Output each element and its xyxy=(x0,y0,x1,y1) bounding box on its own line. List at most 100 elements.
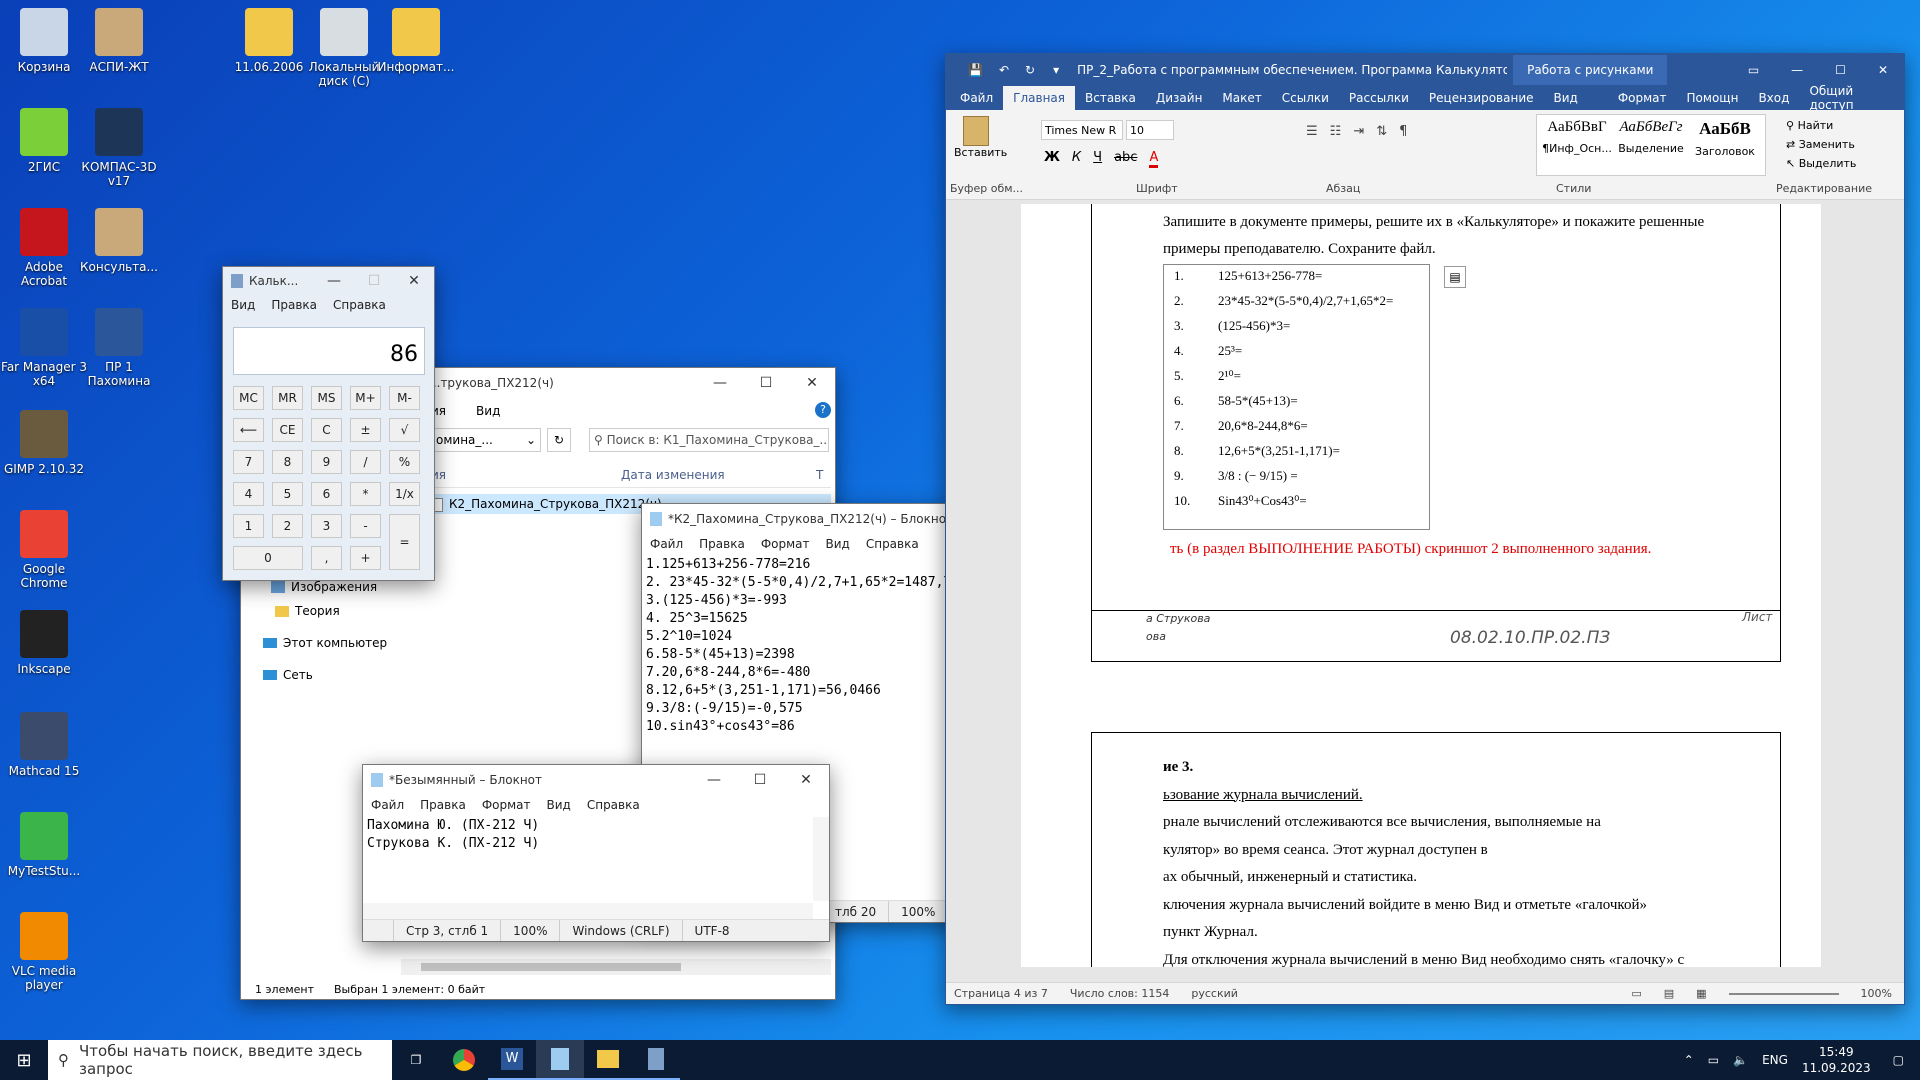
calc-key[interactable]: 5 xyxy=(272,482,303,506)
desktop-icon[interactable]: ПР 1 Пахомина xyxy=(75,308,163,388)
horizontal-scrollbar[interactable] xyxy=(401,959,831,975)
calc-key[interactable]: MR xyxy=(272,386,303,410)
calc-key[interactable]: = xyxy=(389,514,420,570)
menu-item[interactable]: Вид xyxy=(231,298,255,312)
desktop-icon[interactable]: Inkscape xyxy=(0,610,88,676)
calc-key[interactable]: ± xyxy=(350,418,381,442)
desktop-icon[interactable]: GIMP 2.10.32 xyxy=(0,410,88,476)
sort-icon[interactable]: ⇅ xyxy=(1376,124,1387,139)
taskbar-explorer[interactable] xyxy=(584,1040,632,1080)
calc-key[interactable]: M- xyxy=(389,386,420,410)
style-item[interactable]: АаБбВ Заголовок xyxy=(1689,119,1761,158)
calc-key[interactable]: * xyxy=(350,482,381,506)
italic-button[interactable]: К xyxy=(1072,150,1081,168)
undo-icon[interactable]: ↶ xyxy=(999,63,1009,77)
ribbon-tab[interactable]: Рассылки xyxy=(1339,86,1419,110)
menu-item[interactable]: Справка xyxy=(333,298,386,312)
ribbon-display-icon[interactable]: ▭ xyxy=(1732,63,1775,77)
refresh-button[interactable]: ↻ xyxy=(547,428,571,452)
menu-item[interactable]: Справка xyxy=(587,798,640,812)
underline-button[interactable]: Ч xyxy=(1093,150,1102,168)
menu-item[interactable]: Справка xyxy=(866,537,919,551)
bullets-icon[interactable]: ☰ xyxy=(1306,124,1318,139)
ribbon-tab[interactable]: Главная xyxy=(1003,86,1075,110)
numbering-icon[interactable]: ☷ xyxy=(1330,124,1342,139)
desktop-icon[interactable]: Консульта... xyxy=(75,208,163,274)
status-page[interactable]: Страница 4 из 7 xyxy=(954,987,1048,1000)
desktop-icon[interactable]: АСПИ-ЖТ xyxy=(75,8,163,74)
notepad-small-textarea[interactable]: Пахомина Ю. (ПХ-212 Ч) Струкова К. (ПХ-21… xyxy=(367,817,807,897)
calc-key[interactable]: CE xyxy=(272,418,303,442)
select-button[interactable]: ↖ Выделить xyxy=(1786,154,1856,173)
menu-item[interactable]: Вид xyxy=(547,798,571,812)
status-words[interactable]: Число слов: 1154 xyxy=(1070,987,1169,1000)
taskbar-search[interactable]: ⚲ Чтобы начать поиск, введите здесь запро… xyxy=(48,1040,392,1080)
taskbar-notepad[interactable] xyxy=(536,1040,584,1080)
minimize-button[interactable]: — xyxy=(1775,63,1819,77)
chevron-up-icon[interactable]: ⌃ xyxy=(1684,1053,1694,1067)
address-bar[interactable]: омина_... ⌄ xyxy=(431,428,541,452)
desktop-icon[interactable]: КОМПАС-3D v17 xyxy=(75,108,163,188)
column-type[interactable]: Т xyxy=(816,468,823,482)
search-input[interactable]: ⚲ Поиск в: К1_Пахомина_Струкова_... xyxy=(589,428,829,452)
ribbon-tab[interactable]: Дизайн xyxy=(1146,86,1213,110)
notification-icon[interactable]: ▢ xyxy=(1885,1053,1912,1067)
close-button[interactable]: ✕ xyxy=(394,266,434,296)
ribbon-tab[interactable]: Макет xyxy=(1212,86,1271,110)
start-button[interactable]: ⊞ xyxy=(0,1040,48,1080)
calc-key[interactable]: 7 xyxy=(233,450,264,474)
taskbar-chrome[interactable] xyxy=(440,1040,488,1080)
calc-key[interactable]: 9 xyxy=(311,450,342,474)
task-view-button[interactable]: ❐ xyxy=(392,1040,440,1080)
nav-item-network[interactable]: Сеть xyxy=(263,668,313,682)
calc-key[interactable]: 1 xyxy=(233,514,264,538)
calc-key[interactable]: + xyxy=(350,546,381,570)
nav-item-images[interactable]: Изображения xyxy=(271,580,377,594)
calc-key[interactable]: 8 xyxy=(272,450,303,474)
column-date[interactable]: Дата изменения xyxy=(621,468,725,482)
calc-key[interactable]: , xyxy=(311,546,342,570)
font-name-select[interactable]: Times New R xyxy=(1041,120,1123,140)
ribbon-tab[interactable]: Файл xyxy=(950,86,1003,110)
language-indicator[interactable]: ENG xyxy=(1762,1053,1788,1067)
word-titlebar[interactable]: 💾 ↶ ↻ ▾ ПР_2_Работа с программным обеспе… xyxy=(946,54,1904,86)
calc-key[interactable]: C xyxy=(311,418,342,442)
qat-dropdown-icon[interactable]: ▾ xyxy=(1053,63,1059,77)
status-language[interactable]: русский xyxy=(1191,987,1238,1000)
calculator-titlebar[interactable]: Кальк... — ☐ ✕ xyxy=(223,267,434,295)
indent-icon[interactable]: ⇥ xyxy=(1353,124,1364,139)
calc-key[interactable]: 3 xyxy=(311,514,342,538)
calc-key[interactable]: 1/x xyxy=(389,482,420,506)
minimize-button[interactable]: — xyxy=(691,765,737,795)
maximize-button[interactable]: ☐ xyxy=(1819,63,1862,77)
paste-button[interactable]: Вставить xyxy=(954,116,1007,159)
calc-key[interactable]: √ xyxy=(389,418,420,442)
vertical-scrollbar[interactable] xyxy=(813,817,829,901)
calc-key[interactable]: 6 xyxy=(311,482,342,506)
calc-key[interactable]: M+ xyxy=(350,386,381,410)
calc-key[interactable]: MC xyxy=(233,386,264,410)
print-layout-icon[interactable]: ▤ xyxy=(1664,987,1674,1000)
save-icon[interactable]: 💾 xyxy=(968,63,983,77)
menu-item[interactable]: Вид xyxy=(826,537,850,551)
web-layout-icon[interactable]: ▦ xyxy=(1696,987,1706,1000)
nav-item-theory[interactable]: Теория xyxy=(275,604,340,618)
read-mode-icon[interactable]: ▭ xyxy=(1631,987,1641,1000)
pilcrow-icon[interactable]: ¶ xyxy=(1399,124,1407,139)
taskbar-word[interactable]: W xyxy=(488,1040,536,1080)
calc-key[interactable]: 4 xyxy=(233,482,264,506)
ribbon-tab[interactable]: Вставка xyxy=(1075,86,1146,110)
maximize-button[interactable]: ☐ xyxy=(743,368,789,398)
maximize-button[interactable]: ☐ xyxy=(737,765,783,795)
close-button[interactable]: ✕ xyxy=(1862,63,1904,77)
menu-item[interactable]: Формат xyxy=(761,537,810,551)
font-size-select[interactable]: 10 xyxy=(1126,120,1174,140)
ribbon-tab[interactable]: Формат xyxy=(1608,86,1677,110)
menu-item[interactable]: Файл xyxy=(650,537,683,551)
desktop-icon[interactable]: VLC media player xyxy=(0,912,88,992)
menu-item[interactable]: Файл xyxy=(371,798,404,812)
nav-item-this-pc[interactable]: Этот компьютер xyxy=(263,636,387,650)
menu-item[interactable]: Правка xyxy=(420,798,466,812)
ribbon-tab[interactable]: Рецензирование xyxy=(1419,86,1544,110)
signin-button[interactable]: Вход xyxy=(1748,86,1799,110)
